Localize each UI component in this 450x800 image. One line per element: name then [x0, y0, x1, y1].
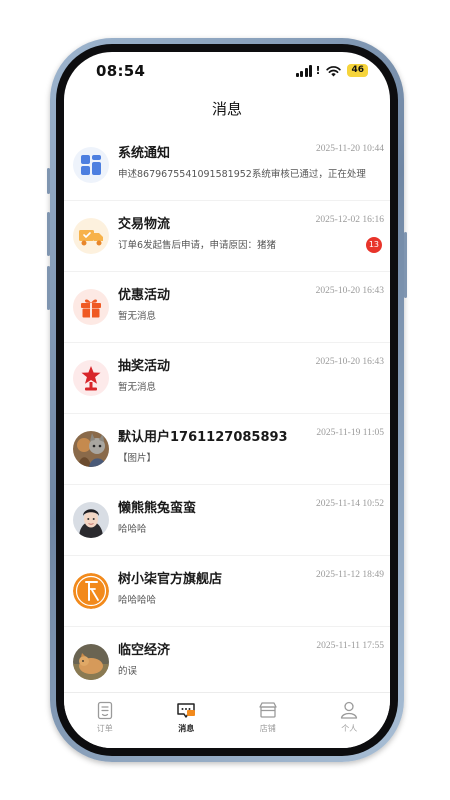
shop-icon — [259, 702, 277, 718]
message-time: 2025-11-12 18:49 — [316, 570, 384, 580]
tab-message[interactable]: 消息 — [146, 693, 228, 748]
phone-side-button — [404, 232, 407, 298]
message-preview: 暂无消息 — [118, 311, 157, 322]
message-item-chat[interactable]: 懒熊熊兔蛮蛮 2025-11-14 10:52 哈哈哈 — [64, 485, 390, 556]
order-icon — [97, 701, 112, 720]
message-preview: 的误 — [118, 666, 138, 677]
message-preview: 哈哈哈哈 — [118, 595, 157, 606]
signal-warning-icon: ! — [315, 63, 321, 77]
system-notice-icon — [73, 147, 109, 183]
message-preview: 哈哈哈 — [118, 524, 147, 535]
status-time: 08:54 — [96, 62, 146, 80]
message-title: 临空经济 — [118, 643, 171, 658]
tab-label: 订单 — [96, 724, 113, 733]
message-time: 2025-11-19 11:05 — [316, 428, 384, 438]
message-item-lottery[interactable]: 抽奖活动 2025-10-20 16:43 暂无消息 — [64, 343, 390, 414]
message-time: 2025-12-02 16:16 — [315, 215, 384, 225]
user-avatar — [73, 431, 109, 467]
message-time: 2025-11-14 10:52 — [316, 499, 384, 509]
message-preview: 订单6发起售后申请，申请原因：猪猪 — [118, 240, 277, 251]
tab-label: 消息 — [178, 724, 195, 733]
message-title: 抽奖活动 — [118, 359, 171, 374]
user-avatar — [73, 502, 109, 538]
message-item-trade-logistics[interactable]: 交易物流 2025-12-02 16:16 订单6发起售后申请，申请原因：猪猪 … — [64, 201, 390, 272]
message-title: 优惠活动 — [118, 288, 171, 303]
phone-side-button — [47, 212, 50, 256]
page-header: 消息 — [64, 92, 390, 126]
message-item-system-notice[interactable]: 系统通知 2025-11-20 10:44 申述8679675541091581… — [64, 130, 390, 201]
message-preview: 暂无消息 — [118, 382, 157, 393]
phone-side-button — [47, 266, 50, 310]
signal-icon — [295, 64, 313, 77]
message-icon — [177, 703, 196, 718]
message-preview: 申述8679675541091581952系统审核已通过，正在处理 — [118, 169, 366, 180]
battery-icon: 46 — [347, 64, 368, 77]
status-bar: 08:54 ! 46 — [64, 52, 390, 92]
message-time: 2025-10-20 16:43 — [315, 286, 384, 296]
message-list: 系统通知 2025-11-20 10:44 申述8679675541091581… — [64, 130, 390, 696]
phone-screen: 08:54 ! 46 消息 系统通知 2025-11-20 10:44 申述86… — [64, 52, 390, 748]
message-item-chat[interactable]: 临空经济 2025-11-11 17:55 的误 — [64, 627, 390, 696]
message-item-promotion[interactable]: 优惠活动 2025-10-20 16:43 暂无消息 — [64, 272, 390, 343]
message-title: 树小柒官方旗舰店 — [118, 572, 223, 587]
message-title: 系统通知 — [118, 146, 171, 161]
bottom-tab-bar: 订单 消息 店铺 个人 — [64, 692, 390, 748]
message-time: 2025-11-20 10:44 — [316, 144, 384, 154]
message-title: 交易物流 — [118, 217, 171, 232]
tab-label: 店铺 — [259, 724, 276, 733]
message-time: 2025-11-11 17:55 — [316, 641, 384, 651]
message-item-store[interactable]: 树小柒官方旗舰店 2025-11-12 18:49 哈哈哈哈 — [64, 556, 390, 627]
wifi-icon — [326, 65, 342, 76]
user-avatar — [73, 644, 109, 680]
tab-shop[interactable]: 店铺 — [227, 693, 309, 748]
status-icons: ! 46 — [295, 63, 368, 77]
message-preview: 【图片】 — [118, 453, 157, 464]
message-time: 2025-10-20 16:43 — [315, 357, 384, 367]
person-icon — [341, 701, 358, 719]
message-item-chat[interactable]: 默认用户1761127085893 2025-11-19 11:05 【图片】 — [64, 414, 390, 485]
message-title: 默认用户1761127085893 — [118, 430, 288, 445]
phone-side-button — [47, 168, 50, 194]
tab-profile[interactable]: 个人 — [309, 693, 391, 748]
tab-order[interactable]: 订单 — [64, 693, 146, 748]
message-title: 懒熊熊兔蛮蛮 — [118, 501, 197, 516]
tab-label: 个人 — [341, 724, 358, 733]
page-title: 消息 — [211, 100, 242, 118]
store-avatar — [73, 573, 109, 609]
gift-icon — [73, 289, 109, 325]
truck-icon — [73, 218, 109, 254]
unread-badge: 13 — [365, 237, 382, 253]
lottery-icon — [73, 360, 109, 396]
